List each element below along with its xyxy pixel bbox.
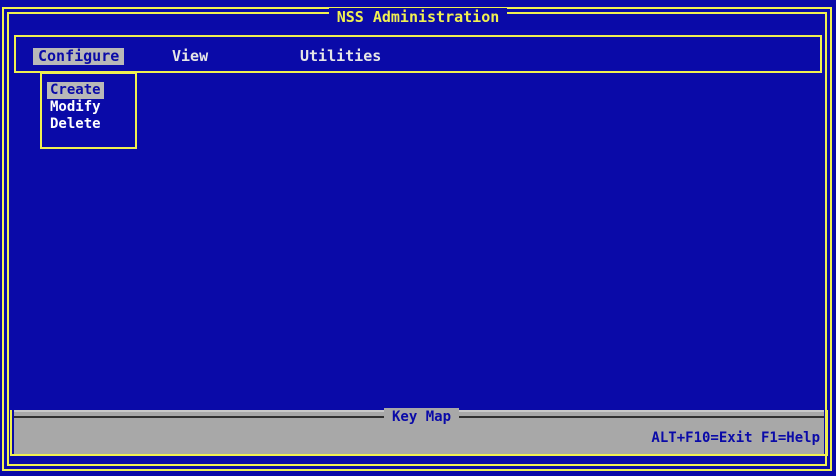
- menu-view[interactable]: View: [167, 48, 213, 65]
- nss-admin-screen: NSS Administration Configure View Utilit…: [0, 0, 836, 476]
- key-map-frame: [10, 410, 828, 456]
- window-title-bar: NSS Administration: [0, 6, 836, 28]
- menu-bar: Configure View Utilities: [14, 35, 822, 73]
- menu-configure[interactable]: Configure: [33, 48, 125, 65]
- menu-item-delete[interactable]: Delete: [47, 116, 104, 133]
- menu-item-modify[interactable]: Modify: [47, 99, 104, 116]
- configure-dropdown: Create Modify Delete: [40, 72, 137, 149]
- window-title: NSS Administration: [328, 8, 508, 26]
- menu-utilities[interactable]: Utilities: [295, 48, 386, 65]
- menu-item-create[interactable]: Create: [47, 82, 104, 99]
